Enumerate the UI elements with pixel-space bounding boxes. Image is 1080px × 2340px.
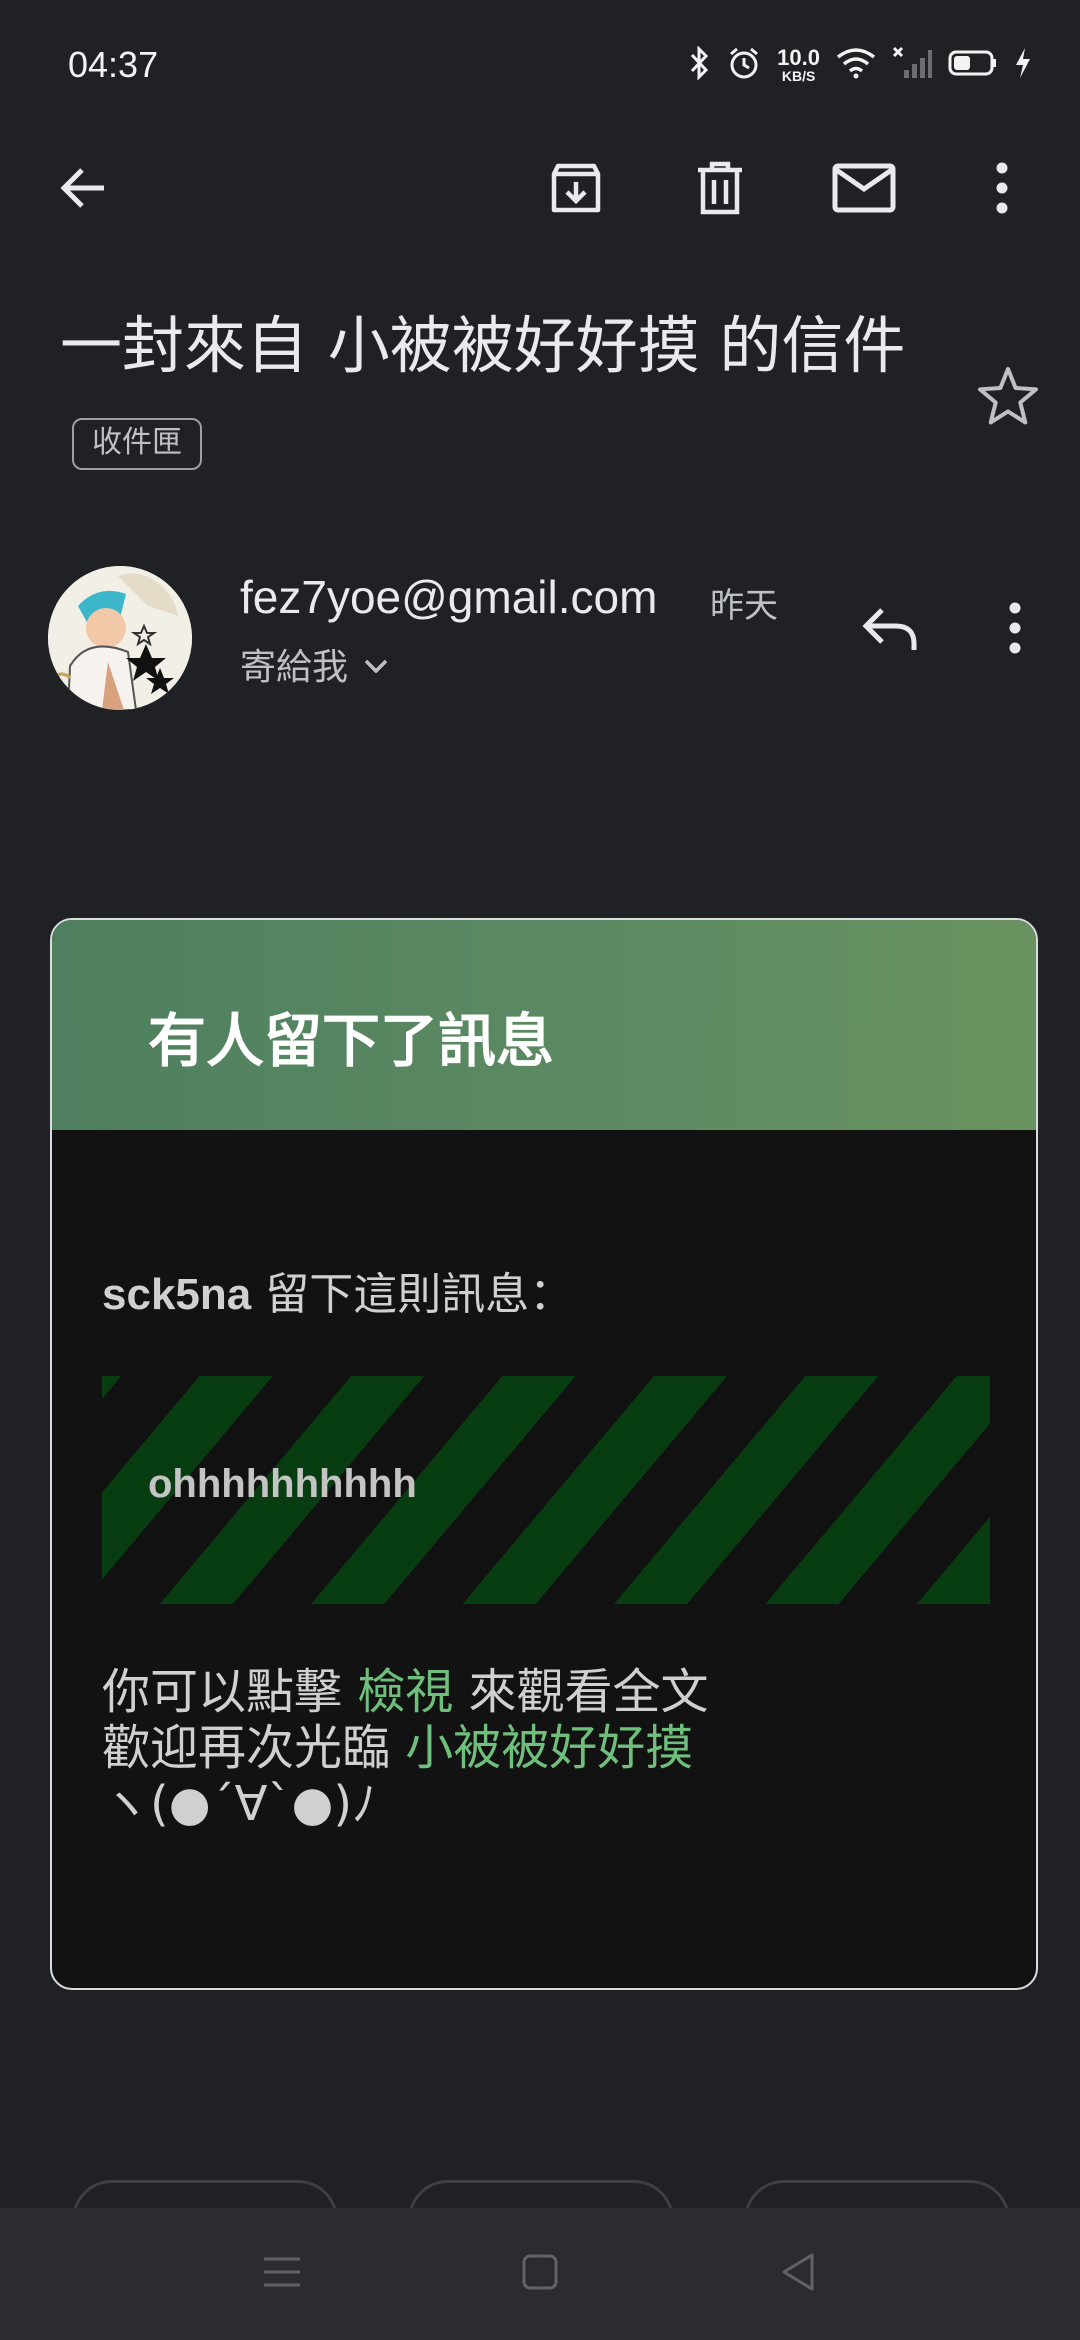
message-overflow-button[interactable] [975,590,1055,670]
view-line-prefix: 你可以點擊 [102,1664,358,1720]
chevron-down-icon [362,644,390,685]
net-speed-unit: KB/S [781,68,816,84]
card-title: 有人留下了訊息 [148,1007,555,1075]
mail-icon [832,163,896,217]
reply-icon [860,604,920,656]
battery-icon [948,48,998,82]
recipient-label: 寄給我 [240,647,349,688]
overflow-menu-button[interactable] [962,150,1042,230]
star-button[interactable] [976,364,1040,428]
inbox-label-chip[interactable]: 收件匣 [72,417,202,470]
trash-icon [694,160,746,220]
sender-row: fez7yoe@gmail.com 昨天 寄給我 [0,560,1080,720]
delete-button[interactable] [680,150,760,230]
welcome-line: 歡迎再次光臨 小被被好好摸 [102,1720,709,1776]
net-speed: 10.0 KB/S [777,45,820,84]
card-footer: 你可以點擊 檢視 來觀看全文 歡迎再次光臨 小被被好好摸 ヽ(●´∀`●)ﾉ [102,1664,709,1832]
wifi-icon [836,47,876,83]
status-bar: 04:37 10.0 KB/S [0,0,1080,130]
recipient-details-toggle[interactable]: 寄給我 [240,638,390,690]
status-time: 04:37 [68,44,159,85]
system-nav-bar [0,2208,1080,2340]
toolbar [0,130,1080,250]
charging-icon [1014,47,1032,83]
recents-icon [262,2255,302,2293]
email-subject: 一封來自 小被被好好摸 的信件收件匣 [60,296,960,496]
net-speed-value: 10.0 [777,45,820,70]
card-header: 有人留下了訊息 [52,920,1036,1130]
message-intro-text: 留下這則訊息： [251,1269,574,1320]
archive-button[interactable] [536,150,616,230]
recents-button[interactable] [250,2242,314,2306]
message-preview-box: ohhhhhhhhhh [102,1376,990,1604]
avatar[interactable] [48,566,192,710]
sent-date: 昨天 [710,586,778,626]
star-icon [976,367,1040,432]
bluetooth-icon [689,45,711,84]
nav-back-button[interactable] [766,2242,830,2306]
message-card: 有人留下了訊息 sck5na 留下這則訊息： ohhhhhhhhhh 你可以點擊… [50,918,1038,1990]
message-preview-text: ohhhhhhhhhh [148,1462,417,1506]
reply-button[interactable] [850,590,930,670]
home-button[interactable] [508,2242,572,2306]
archive-icon [548,160,604,220]
home-icon [520,2252,560,2296]
message-author: sck5na [102,1270,252,1319]
mark-unread-button[interactable] [824,150,904,230]
subject-text: 一封來自 小被被好好摸 的信件 [60,309,906,382]
welcome-line-prefix: 歡迎再次光臨 [102,1720,406,1776]
back-button[interactable] [42,150,122,230]
sender-email: fez7yoe@gmail.com [240,571,658,623]
message-intro: sck5na 留下這則訊息： [102,1258,573,1322]
view-line-suffix: 來觀看全文 [453,1664,709,1720]
view-link[interactable]: 檢視 [357,1664,453,1720]
kaomoji-line: ヽ(●´∀`●)ﾉ [102,1776,377,1832]
site-link[interactable]: 小被被好好摸 [405,1720,693,1776]
more-vert-icon [995,161,1009,219]
more-vert-icon [1008,601,1022,659]
view-line: 你可以點擊 檢視 來觀看全文 [102,1664,709,1720]
signal-icon [892,46,932,84]
back-triangle-icon [778,2251,818,2297]
alarm-icon [727,46,761,84]
status-icons: 10.0 KB/S [689,40,1032,90]
back-arrow-icon [56,162,108,218]
